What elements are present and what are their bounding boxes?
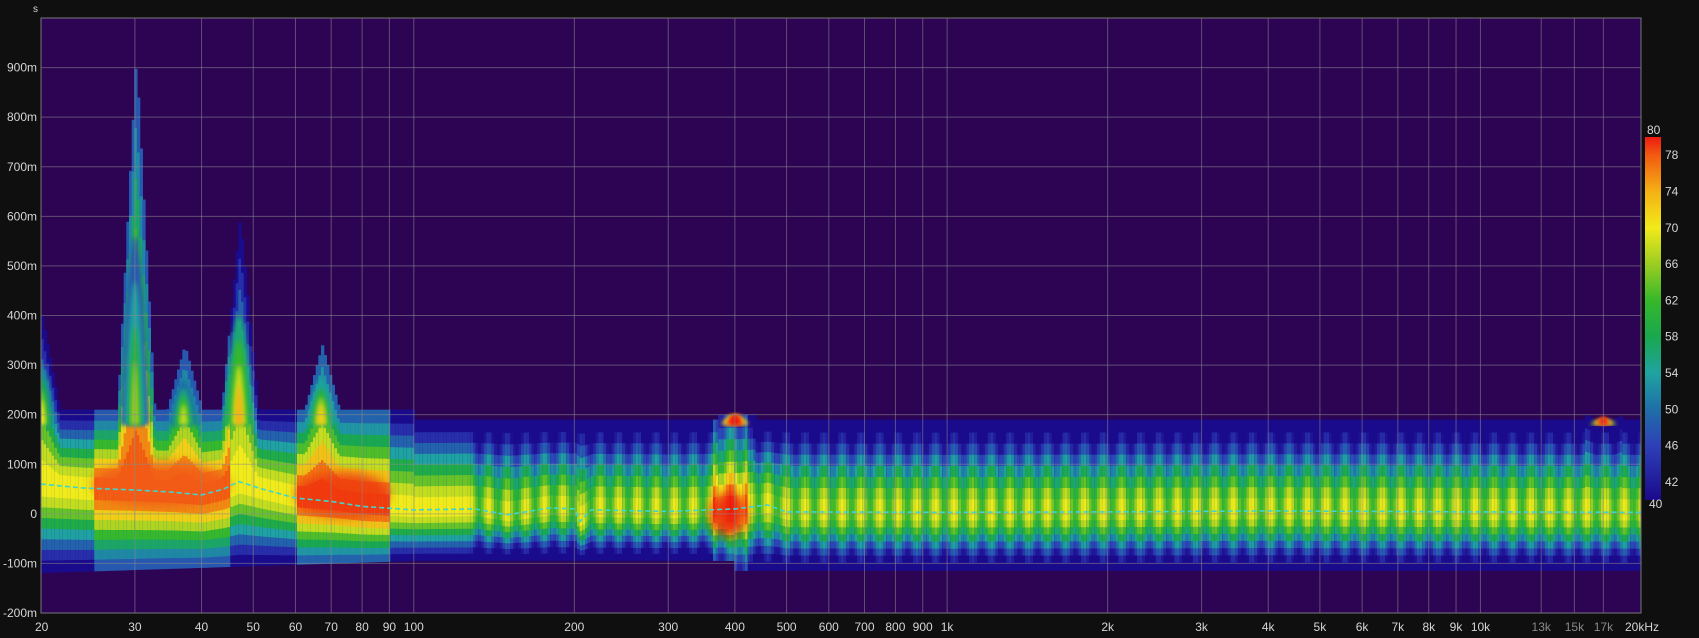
x-tick-label: 100 [404, 620, 424, 634]
colorbar-tick-label: 74 [1665, 184, 1679, 198]
x-tick-label: 13k [1532, 620, 1552, 634]
x-tick-label: 200 [564, 620, 584, 634]
x-tick-label: 400 [725, 620, 745, 634]
colorbar-tick-label: 66 [1665, 257, 1679, 271]
x-tick-label: 9k [1450, 620, 1464, 634]
x-tick-label: 20 [35, 620, 49, 634]
colorbar-tick-label: 70 [1665, 221, 1679, 235]
colorbar-tick-label: 50 [1665, 402, 1679, 416]
x-tick-label: 600 [819, 620, 839, 634]
x-tick-label: 4k [1262, 620, 1276, 634]
y-tick-label: 600m [7, 209, 37, 223]
colorbar-tick-label: 80 [1647, 123, 1661, 137]
x-tick-label: 8k [1422, 620, 1436, 634]
colorbar-tick-label: 42 [1665, 475, 1679, 489]
x-tick-label: 70 [325, 620, 339, 634]
colorbar-tick-label: 62 [1665, 293, 1679, 307]
x-tick-label: 3k [1195, 620, 1209, 634]
colorbar [1645, 137, 1661, 500]
hot-region [92, 462, 229, 507]
x-tick-label: 500 [777, 620, 797, 634]
x-tick-label: 20kHz [1625, 620, 1659, 634]
x-tick-label: 1k [941, 620, 955, 634]
y-tick-label: 200m [7, 408, 37, 422]
x-tick-label: 30 [128, 620, 142, 634]
y-tick-label: 0 [30, 507, 37, 521]
hot-region [295, 472, 390, 516]
x-tick-label: 5k [1314, 620, 1328, 634]
y-tick-label: 100m [7, 457, 37, 471]
x-tick-label: 17k [1594, 620, 1614, 634]
x-tick-label: 60 [289, 620, 303, 634]
y-tick-label: -100m [3, 556, 37, 570]
x-tick-label: 10k [1471, 620, 1491, 634]
colorbar-tick-label: 54 [1665, 366, 1679, 380]
x-tick-label: 40 [195, 620, 209, 634]
y-axis-unit: s [33, 4, 38, 15]
x-axis-ticks: 20 30 40 50 60 70 80 90 100 200 300 400 500 600 700 800… [35, 620, 1659, 634]
x-tick-label: 6k [1356, 620, 1370, 634]
y-tick-label: 700m [7, 160, 37, 174]
x-tick-label: 2k [1101, 620, 1115, 634]
y-tick-label: -200m [3, 606, 37, 620]
colorbar-tick-label: 46 [1665, 439, 1679, 453]
y-tick-label: 900m [7, 61, 37, 75]
x-tick-label: 15k [1565, 620, 1585, 634]
x-tick-label: 80 [355, 620, 369, 634]
y-tick-label: 400m [7, 309, 37, 323]
x-tick-label: 7k [1391, 620, 1405, 634]
y-axis-ticks: 900m 800m 700m 600m 500m 400m 300m 200m 100m 0 -10… [3, 61, 37, 620]
colorbar-tick-label: 58 [1665, 330, 1679, 344]
y-tick-label: 800m [7, 110, 37, 124]
y-tick-label: 300m [7, 358, 37, 372]
colorbar-tick-label: 78 [1665, 148, 1679, 162]
y-tick-label: 500m [7, 259, 37, 273]
x-tick-label: 900 [913, 620, 933, 634]
x-tick-label: 300 [658, 620, 678, 634]
x-tick-label: 90 [383, 620, 397, 634]
x-tick-label: 700 [854, 620, 874, 634]
waterfall-chart: s 900m 800m 700m 600m 500m 400m 300m 200m 100m 0 -… [3, 4, 1679, 634]
x-tick-label: 50 [247, 620, 261, 634]
colorbar-tick-label: 40 [1649, 497, 1663, 511]
x-tick-label: 800 [885, 620, 905, 634]
